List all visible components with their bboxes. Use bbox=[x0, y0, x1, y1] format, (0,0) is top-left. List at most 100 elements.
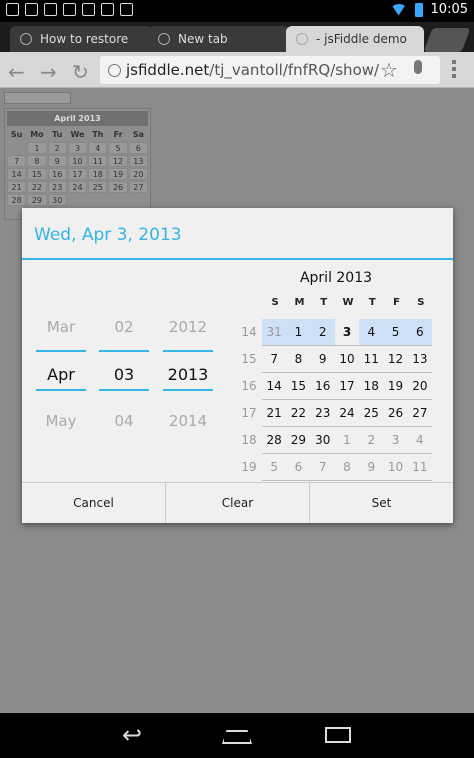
calendar-day[interactable]: 12 bbox=[383, 346, 408, 373]
calendar-day[interactable]: 11 bbox=[407, 454, 432, 481]
page-calendar-day[interactable]: 28 bbox=[7, 194, 27, 206]
page-calendar-day[interactable]: 10 bbox=[67, 155, 88, 167]
page-calendar-day[interactable]: 18 bbox=[88, 168, 108, 180]
calendar-day[interactable]: 2 bbox=[310, 319, 335, 346]
year-prev[interactable]: 2012 bbox=[163, 304, 213, 351]
page-calendar-day[interactable]: 11 bbox=[88, 155, 108, 167]
page-calendar-day[interactable]: 17 bbox=[67, 168, 88, 180]
year-next[interactable]: 2014 bbox=[163, 398, 213, 445]
day-next[interactable]: 04 bbox=[99, 398, 149, 445]
page-calendar-day[interactable]: 27 bbox=[128, 181, 148, 193]
page-calendar-day[interactable]: 7 bbox=[7, 155, 27, 167]
page-calendar-day[interactable]: 16 bbox=[47, 168, 67, 180]
calendar-day[interactable]: 10 bbox=[383, 454, 408, 481]
day-prev[interactable]: 02 bbox=[99, 304, 149, 351]
calendar-day[interactable]: 2 bbox=[359, 427, 384, 454]
calendar-day[interactable]: 11 bbox=[359, 346, 384, 373]
calendar-day[interactable]: 16 bbox=[310, 373, 335, 400]
page-calendar-day[interactable]: 19 bbox=[108, 168, 128, 180]
calendar-day[interactable]: 8 bbox=[334, 454, 360, 481]
calendar-day[interactable]: 26 bbox=[383, 400, 408, 427]
calendar-day[interactable]: 9 bbox=[310, 346, 335, 373]
bookmark-star-icon[interactable]: ☆ bbox=[380, 58, 398, 82]
page-calendar-day[interactable]: 20 bbox=[128, 168, 148, 180]
calendar-day[interactable]: 7 bbox=[262, 346, 287, 373]
page-calendar-day[interactable]: 26 bbox=[108, 181, 128, 193]
tab-how-to-restore[interactable]: How to restore bbox=[10, 26, 152, 52]
page-calendar-day[interactable]: 24 bbox=[67, 181, 88, 193]
set-button[interactable]: Set bbox=[310, 483, 453, 523]
back-arrow-icon[interactable]: ← bbox=[8, 60, 25, 84]
calendar-day[interactable]: 14 bbox=[262, 373, 287, 400]
page-calendar-day[interactable]: 2 bbox=[47, 142, 67, 154]
page-calendar-day[interactable]: 21 bbox=[7, 181, 27, 193]
tab-jsfiddle-demo[interactable]: - jsFiddle demo bbox=[286, 26, 424, 52]
month-prev[interactable]: Mar bbox=[36, 304, 86, 351]
calendar-day[interactable]: 5 bbox=[383, 319, 408, 346]
calendar-day[interactable]: 1 bbox=[286, 319, 311, 346]
calendar-day[interactable]: 22 bbox=[286, 400, 311, 427]
calendar-week-number: 15 bbox=[241, 352, 257, 366]
calendar-day[interactable]: 17 bbox=[334, 373, 360, 400]
calendar-day[interactable]: 19 bbox=[383, 373, 408, 400]
calendar-day[interactable]: 10 bbox=[334, 346, 360, 373]
calendar-day[interactable]: 4 bbox=[359, 319, 384, 346]
calendar-day[interactable]: 21 bbox=[262, 400, 287, 427]
year-picker[interactable]: 2012 2013 2014 bbox=[163, 304, 213, 445]
page-calendar-day[interactable]: 12 bbox=[108, 155, 128, 167]
calendar-day[interactable]: 25 bbox=[359, 400, 384, 427]
tab-new-tab[interactable]: New tab bbox=[148, 26, 290, 52]
overflow-menu-icon[interactable] bbox=[452, 60, 456, 78]
page-calendar-day[interactable]: 22 bbox=[27, 181, 47, 193]
calendar-day[interactable]: 6 bbox=[286, 454, 311, 481]
page-calendar-weekday: Th bbox=[92, 130, 104, 139]
month-next[interactable]: May bbox=[36, 398, 86, 445]
calendar-day[interactable]: 24 bbox=[334, 400, 360, 427]
new-tab-button[interactable] bbox=[423, 28, 471, 52]
page-calendar-day[interactable]: 13 bbox=[128, 155, 148, 167]
microphone-icon[interactable] bbox=[414, 60, 422, 74]
calendar-day[interactable]: 1 bbox=[334, 427, 360, 454]
calendar-day[interactable]: 23 bbox=[310, 400, 335, 427]
calendar-day[interactable]: 7 bbox=[310, 454, 335, 481]
calendar-day[interactable]: 28 bbox=[262, 427, 287, 454]
page-calendar-day[interactable]: 9 bbox=[47, 155, 67, 167]
page-calendar-day[interactable]: 1 bbox=[27, 142, 47, 154]
calendar-day[interactable]: 3 bbox=[383, 427, 408, 454]
calendar-day[interactable]: 27 bbox=[407, 400, 432, 427]
calendar-day-selected[interactable]: 3 bbox=[334, 319, 360, 346]
back-icon[interactable]: ↩ bbox=[122, 723, 142, 747]
calendar-day[interactable]: 18 bbox=[359, 373, 384, 400]
calendar-day[interactable]: 31 bbox=[262, 319, 287, 346]
page-calendar-day[interactable]: 6 bbox=[128, 142, 148, 154]
home-icon[interactable] bbox=[222, 730, 252, 744]
calendar-day[interactable]: 30 bbox=[310, 427, 335, 454]
date-select-input[interactable] bbox=[4, 92, 71, 104]
calendar-day[interactable]: 6 bbox=[407, 319, 432, 346]
page-calendar-day[interactable]: 15 bbox=[27, 168, 47, 180]
page-calendar-day[interactable]: 4 bbox=[88, 142, 108, 154]
calendar-day[interactable]: 8 bbox=[286, 346, 311, 373]
page-calendar-day[interactable]: 14 bbox=[7, 168, 27, 180]
calendar-day[interactable]: 9 bbox=[359, 454, 384, 481]
calendar-day[interactable]: 29 bbox=[286, 427, 311, 454]
recent-apps-icon[interactable] bbox=[325, 727, 351, 743]
calendar-day[interactable]: 5 bbox=[262, 454, 287, 481]
page-calendar-day[interactable]: 30 bbox=[47, 194, 67, 206]
month-picker[interactable]: Mar Apr May bbox=[36, 304, 86, 445]
page-calendar-day[interactable]: 8 bbox=[27, 155, 47, 167]
page-calendar-day[interactable]: 23 bbox=[47, 181, 67, 193]
day-picker[interactable]: 02 03 04 bbox=[99, 304, 149, 445]
reload-icon[interactable]: ↻ bbox=[72, 60, 89, 84]
cancel-button[interactable]: Cancel bbox=[22, 483, 166, 523]
calendar-day[interactable]: 20 bbox=[407, 373, 432, 400]
page-calendar-day[interactable]: 29 bbox=[27, 194, 47, 206]
page-calendar-day[interactable]: 25 bbox=[88, 181, 108, 193]
page-calendar-day[interactable]: 3 bbox=[67, 142, 88, 154]
page-calendar-day[interactable]: 5 bbox=[108, 142, 128, 154]
calendar-day[interactable]: 15 bbox=[286, 373, 311, 400]
forward-arrow-icon[interactable]: → bbox=[40, 60, 57, 84]
calendar-day[interactable]: 13 bbox=[407, 346, 432, 373]
calendar-day[interactable]: 4 bbox=[407, 427, 432, 454]
clear-button[interactable]: Clear bbox=[166, 483, 310, 523]
